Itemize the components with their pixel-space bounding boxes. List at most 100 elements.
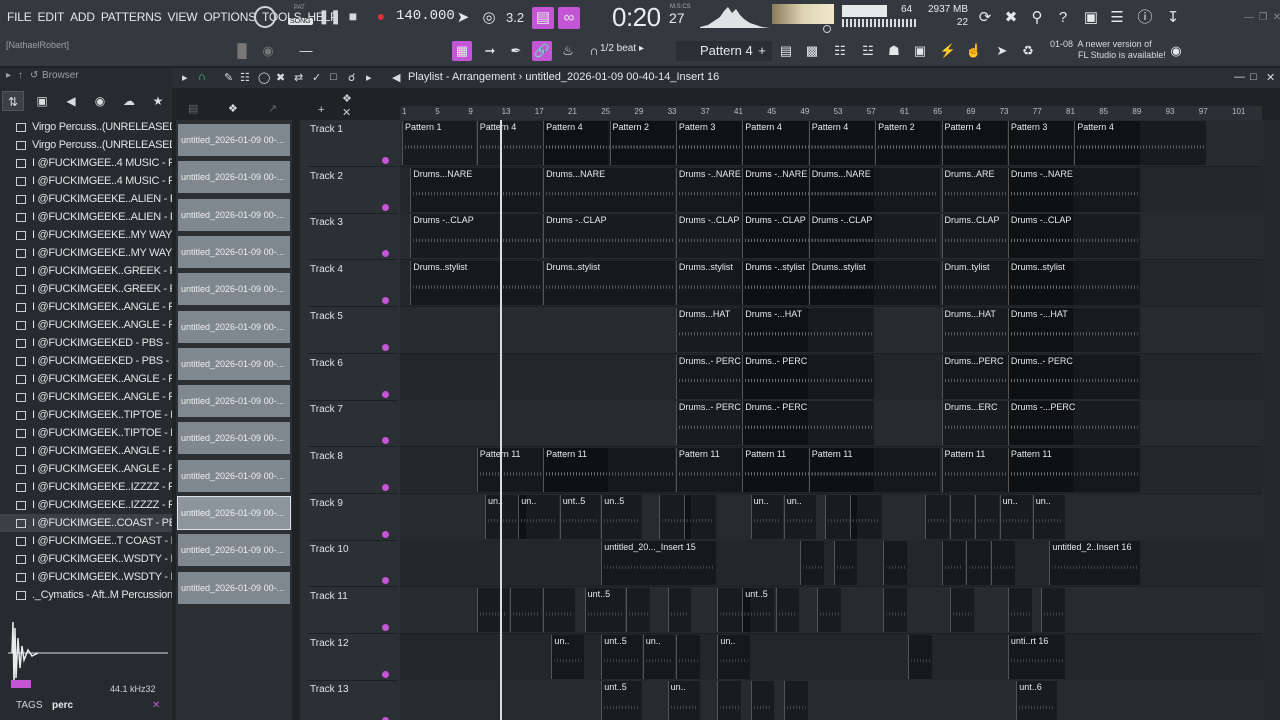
browser-item[interactable]: I @FUCKIMGEEKE..MY WAYZ - PERC [0,226,172,244]
playlist-clip[interactable] [991,541,1016,586]
link-icon[interactable]: 🔗 [532,41,552,61]
playlist-clip[interactable]: unt..5 [559,494,601,539]
draw-icon[interactable]: ✒ [506,41,526,61]
browser-item[interactable]: I @FUCKIMGEEK..GREEK - PERC [0,262,172,280]
track-header[interactable]: Track 2 [308,167,398,214]
track-lane[interactable]: un.. un.. unt..5 un..5 un.. un.. un.. un.. [400,493,1262,541]
browser-refresh-icon[interactable]: ↺ [30,70,38,81]
browser-item[interactable]: I @FUCKIMGEEK..WSDTY - PERC [0,568,172,586]
picker-clip[interactable]: untitled_2026-01-09 00-... [178,161,290,194]
playlist-clip[interactable] [783,681,808,720]
stamp-icon[interactable]: ♨ [558,41,578,61]
browser-item[interactable]: I @FUCKIMGEEK..ANGLE - PERC [0,388,172,406]
playlist-clip[interactable]: un.. [551,634,584,679]
browser-star-icon[interactable]: ★ [147,91,169,111]
stop-button[interactable]: ■ [346,8,360,24]
track-mute-led[interactable] [382,390,389,398]
scissor-icon[interactable]: ✖ [1000,7,1022,29]
help-icon[interactable]: ? [1052,7,1074,29]
pause-button[interactable]: ❚❚ [318,8,341,25]
browser-item[interactable]: I @FUCKIMGEEKED - PBS - PERC [0,334,172,352]
track-lane[interactable]: Drums..stylist Drums..stylist Drums..styli… [400,260,1262,308]
browser-item[interactable]: I @FUCKIMGEEKE..IZZZZ - PERC [0,496,172,514]
step-edit-icon[interactable]: ▤ [532,7,554,29]
add-pattern-icon[interactable]: + [752,41,772,61]
plugin-icon[interactable]: ☳ [858,41,878,61]
close-icon[interactable]: ✕ [1266,7,1280,29]
loop-record-icon[interactable]: ∞ [558,7,580,29]
add-track-icon[interactable]: + [318,104,324,116]
track-mute-led[interactable] [382,437,389,445]
playlist-clip[interactable]: Pattern 11 [1007,447,1140,492]
playlist-clip[interactable]: un.. [999,494,1032,539]
tags-value[interactable]: perc [52,700,73,711]
zoom-tool-icon[interactable]: ☌ [348,71,355,84]
browser-item[interactable]: I @FUCKIMGEE..4 MUSIC - PERC [0,154,172,172]
picker-clip[interactable]: untitled_2026-01-09 00-... [178,571,290,604]
playlist-clip[interactable] [1041,588,1065,632]
info-icon[interactable]: ⓘ [1134,7,1156,29]
playlist-clip[interactable]: unt..5 [584,588,626,632]
mixer-view-icon[interactable]: ☷ [830,41,850,61]
collapse-icon[interactable]: ❖ [342,92,352,105]
browser-item[interactable]: I @FUCKIMGEEK..ANGLE - PERC [0,460,172,478]
playlist-clip[interactable] [833,541,858,586]
playlist-clip[interactable]: un.. [750,494,783,539]
playlist-clip[interactable]: Drums -..NARE [1007,167,1140,212]
paint-tool-icon[interactable]: ☷ [240,71,250,84]
playlist-clip[interactable]: Drums -..CLAP [1007,214,1140,259]
arrow-right-icon[interactable]: ➞ [480,41,500,61]
cart-icon[interactable]: ♻ [1018,41,1038,61]
track-header[interactable]: Track 9 [308,494,398,541]
track-lane[interactable]: unt..5 un.. unt..6 [400,680,1262,720]
browser-item[interactable]: I @FUCKIMGEEK..ANGLE - PERC [0,316,172,334]
channel-rack-icon[interactable]: ▤ [776,41,796,61]
playlist-clip[interactable] [476,588,509,632]
playlist-clip[interactable] [941,541,966,586]
track-lane[interactable]: Pattern 1 Pattern 4 Pattern 4 Pattern 2 Patt… [400,120,1262,167]
arrangement-grid[interactable]: Pattern 1 Pattern 4 Pattern 4 Pattern 2 Patt… [400,120,1262,720]
playlist-clip[interactable] [775,588,800,632]
track-header[interactable]: Track 5 [308,307,398,354]
browser-item[interactable]: ._Cymatics - Aft..M Percussion 1 [0,586,172,604]
playlist-clip[interactable]: Drums..stylist [808,261,941,306]
menu-patterns[interactable]: PATTERNS [98,10,165,24]
mute-tool-icon[interactable]: ✖ [276,71,285,84]
playlist-clip[interactable] [800,541,825,586]
pencil-tool-icon[interactable]: ✎ [224,71,233,84]
playlist-clip[interactable] [1007,588,1032,632]
project-tree-icon[interactable]: ☗ [884,41,904,61]
playlist-clip[interactable]: Drums -...PERC [1007,401,1140,446]
picker-clip[interactable]: untitled_2026-01-09 00-... [177,496,291,530]
playlist-clip[interactable]: Drums...NARE [808,167,941,212]
track-header[interactable]: Track 13 [308,680,398,720]
picker-auto-icon[interactable]: ↗ [268,102,277,115]
browser-globe-icon[interactable]: ◉ [89,91,111,111]
tempo-display[interactable]: 140.000 [396,8,455,28]
playlist-clip[interactable]: untitled_20..._Insert 15 [601,541,717,586]
browser-file-icon[interactable]: ▣ [31,91,53,111]
browser-back-icon[interactable]: ▸ [6,70,11,81]
browser-item[interactable]: I @FUCKIMGEEKE..ALIEN - PERC [0,190,172,208]
track-mute-led[interactable] [382,670,389,678]
snap-selector[interactable]: 1/2 beat ▸ [600,43,664,59]
browser-speaker-icon[interactable]: ◀ [60,91,82,111]
picker-clip[interactable]: untitled_2026-01-09 00-... [178,124,290,156]
track-mute-led[interactable] [382,250,389,258]
menu-file[interactable]: FILE [4,10,35,24]
playlist-clip[interactable]: Drums..stylist [543,261,675,306]
picker-clip[interactable]: untitled_2026-01-09 00-... [178,534,290,567]
track-mute-led[interactable] [382,530,389,538]
track-mute-led[interactable] [382,157,389,164]
playlist-clip[interactable]: un.. [1032,494,1065,539]
track-header[interactable]: Track 10 [308,540,398,588]
plug-icon[interactable]: ⚡ [938,41,958,61]
download-icon[interactable]: ↧ [1162,7,1184,29]
browser-item[interactable]: I @FUCKIMGEEK..WSDTY - PERC [0,550,172,568]
browser-item[interactable]: I @FUCKIMGEEK..ANGLE - PERC [0,298,172,316]
update-hint[interactable]: 01-08 A newer version of FL Studio is av… [1050,39,1166,61]
playlist-clip[interactable]: Drums...NARE [410,167,543,212]
playlist-clip[interactable] [974,494,999,539]
track-mute-led[interactable] [382,624,389,631]
picker-clip[interactable]: untitled_2026-01-09 00-... [178,459,290,492]
